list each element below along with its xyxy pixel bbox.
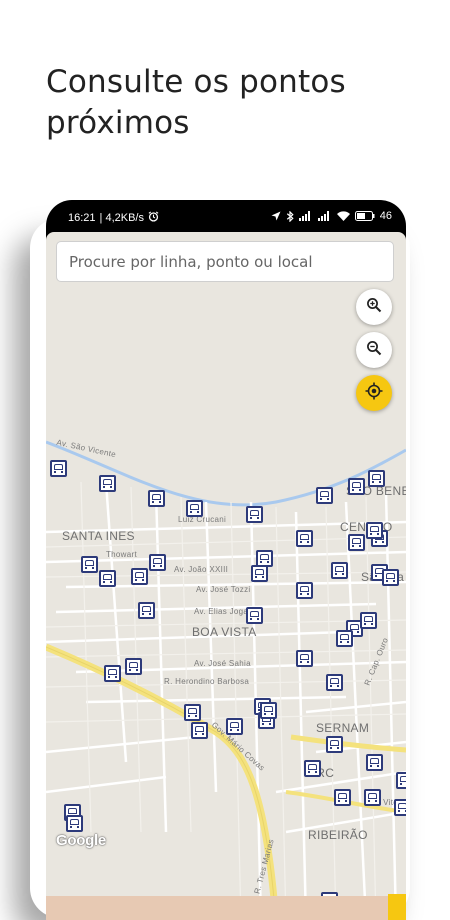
bus-stop-icon[interactable] bbox=[316, 487, 333, 504]
bus-stop-icon[interactable] bbox=[348, 478, 365, 495]
bus-stop-icon[interactable] bbox=[149, 554, 166, 571]
google-attribution: Google bbox=[56, 832, 106, 849]
battery-icon bbox=[354, 211, 375, 221]
status-speed: | 4,2KB/s bbox=[99, 212, 144, 224]
bus-stop-icon[interactable] bbox=[81, 556, 98, 573]
crosshair-location-icon bbox=[365, 382, 383, 405]
map-screen[interactable]: SANTA INES CENTRO BOA VISTA RIBEIRÃO SER… bbox=[46, 232, 406, 920]
status-bar: 16:21 | 4,2KB/s 46 bbox=[46, 200, 406, 232]
bus-stop-icon[interactable] bbox=[104, 665, 121, 682]
bus-stop-icon[interactable] bbox=[348, 534, 365, 551]
battery-level: 46 bbox=[379, 210, 392, 222]
bus-stop-icon[interactable] bbox=[246, 607, 263, 624]
bus-stop-icon[interactable] bbox=[334, 789, 351, 806]
bus-stop-icon[interactable] bbox=[99, 475, 116, 492]
bus-stop-icon[interactable] bbox=[296, 582, 313, 599]
bus-stop-icon[interactable] bbox=[394, 799, 406, 816]
bus-stop-icon[interactable] bbox=[226, 718, 243, 735]
bus-stop-icon[interactable] bbox=[326, 736, 343, 753]
alarm-icon bbox=[148, 211, 159, 225]
zoom-out-button[interactable] bbox=[356, 332, 392, 368]
map-label-joao-xxiii: Av. João XXIII bbox=[174, 565, 229, 574]
status-time: 16:21 bbox=[68, 212, 96, 224]
bus-stop-icon[interactable] bbox=[364, 789, 381, 806]
bottom-accent bbox=[388, 894, 406, 920]
map-label-sernam: SERNAM bbox=[316, 721, 370, 735]
page-headline: Consulte os pontos próximos bbox=[46, 64, 346, 141]
map-label-thowart: Thowart bbox=[106, 550, 137, 559]
bus-stop-icon[interactable] bbox=[138, 602, 155, 619]
zoom-out-icon bbox=[366, 340, 382, 361]
bus-stop-icon[interactable] bbox=[246, 506, 263, 523]
zoom-in-button[interactable] bbox=[356, 289, 392, 325]
map-label-jose-sahia: Av. José Sahia bbox=[194, 659, 251, 668]
map-label-jose-tozzi: Av. José Tozzi bbox=[196, 585, 251, 594]
bus-stop-icon[interactable] bbox=[296, 650, 313, 667]
bus-stop-icon[interactable] bbox=[50, 460, 67, 477]
my-location-button[interactable] bbox=[356, 375, 392, 411]
bus-stop-icon[interactable] bbox=[336, 630, 353, 647]
bus-stop-icon[interactable] bbox=[296, 530, 313, 547]
bus-stop-icon[interactable] bbox=[366, 522, 383, 539]
bus-stop-icon[interactable] bbox=[368, 470, 385, 487]
zoom-in-icon bbox=[366, 297, 382, 318]
bus-stop-icon[interactable] bbox=[99, 570, 116, 587]
bus-stop-icon[interactable] bbox=[148, 490, 165, 507]
bus-stop-icon[interactable] bbox=[186, 500, 203, 517]
bus-stop-icon[interactable] bbox=[125, 658, 142, 675]
bus-stop-icon[interactable] bbox=[260, 702, 277, 719]
bus-stop-icon[interactable] bbox=[251, 565, 268, 582]
phone-frame: 16:21 | 4,2KB/s 46 SANTA INES BOA VISTA … bbox=[46, 200, 406, 920]
bus-stop-icon[interactable] bbox=[366, 754, 383, 771]
location-arrow-icon bbox=[271, 211, 281, 221]
bus-stop-icon[interactable] bbox=[304, 760, 321, 777]
bus-stop-icon[interactable] bbox=[382, 569, 399, 586]
bus-stop-icon[interactable] bbox=[360, 612, 377, 629]
bus-stop-icon[interactable] bbox=[131, 568, 148, 585]
bus-stop-icon[interactable] bbox=[184, 704, 201, 721]
bus-stop-icon[interactable] bbox=[326, 674, 343, 691]
map-label-ribeirao: RIBEIRÃO bbox=[308, 828, 368, 842]
bus-stop-icon[interactable] bbox=[191, 722, 208, 739]
signal-2-icon bbox=[317, 211, 332, 221]
map-label-santa-ines: SANTA INES bbox=[62, 529, 135, 543]
bus-stop-icon[interactable] bbox=[331, 562, 348, 579]
map-label-boa-vista: BOA VISTA bbox=[192, 625, 257, 639]
bus-stop-icon[interactable] bbox=[396, 772, 406, 789]
bus-stop-icon[interactable] bbox=[66, 815, 83, 832]
bluetooth-icon bbox=[286, 210, 294, 222]
wifi-icon bbox=[336, 211, 350, 221]
search-input[interactable] bbox=[56, 241, 394, 282]
signal-1-icon bbox=[298, 211, 313, 221]
map-label-herondino: R. Herondino Barbosa bbox=[164, 677, 250, 686]
